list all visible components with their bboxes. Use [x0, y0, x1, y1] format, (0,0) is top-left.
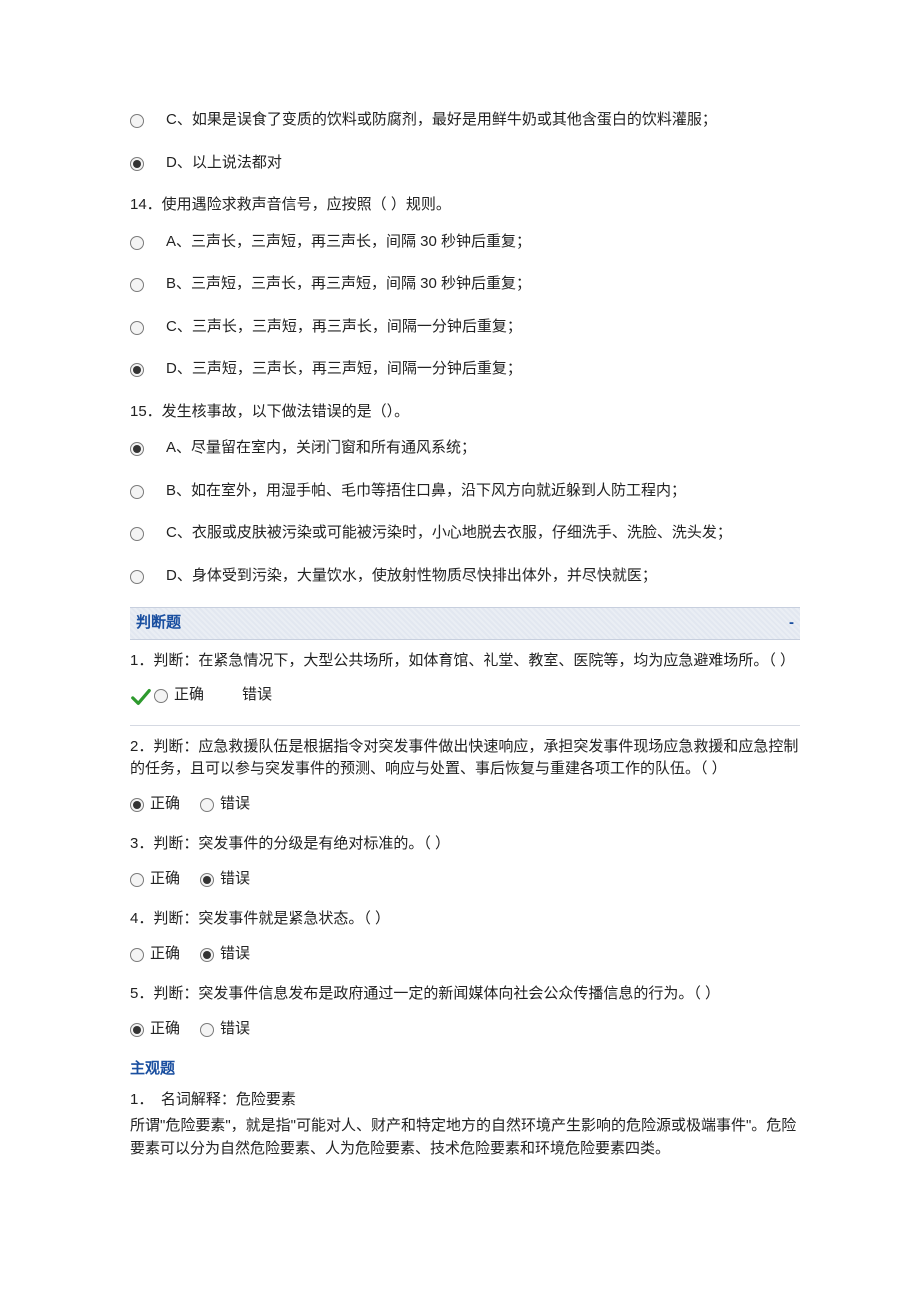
q14-stem: 14．使用遇险求救声音信号，应按照（ ）规则。 [130, 194, 800, 217]
false-label: 错误 [220, 943, 250, 966]
true-label: 正确 [150, 793, 180, 816]
option-text: A、尽量留在室内，关闭门窗和所有通风系统； [166, 437, 476, 460]
q13-option-d[interactable]: D、以上说法都对 [130, 152, 800, 175]
option-text: D、以上说法都对 [166, 152, 282, 175]
subjective-section-title: 主观题 [130, 1058, 800, 1081]
option-text: D、身体受到污染，大量饮水，使放射性物质尽快排出体外，并尽快就医； [166, 565, 657, 588]
radio-icon[interactable] [130, 948, 144, 962]
collapse-icon[interactable]: - [789, 612, 794, 635]
j5-stem: 5．判断：突发事件信息发布是政府通过一定的新闻媒体向社会公众传播信息的行为。（ … [130, 983, 800, 1006]
j2-stem: 2．判断：应急救援队伍是根据指令对突发事件做出快速响应，承担突发事件现场应急救援… [130, 736, 800, 781]
radio-icon[interactable] [130, 485, 144, 499]
radio-icon-selected[interactable] [130, 1023, 144, 1037]
radio-icon[interactable] [130, 570, 144, 584]
radio-icon[interactable] [200, 798, 214, 812]
judge-section-header: 判断题 - [130, 607, 800, 640]
radio-icon-selected[interactable] [130, 442, 144, 456]
option-text: C、如果是误食了变质的饮料或防腐剂，最好是用鲜牛奶或其他含蛋白的饮料灌服； [166, 109, 717, 132]
q15-option-d[interactable]: D、身体受到污染，大量饮水，使放射性物质尽快排出体外，并尽快就医； [130, 565, 800, 588]
q15-option-a[interactable]: A、尽量留在室内，关闭门窗和所有通风系统； [130, 437, 800, 460]
false-label: 错误 [220, 1018, 250, 1041]
q13-option-c[interactable]: C、如果是误食了变质的饮料或防腐剂，最好是用鲜牛奶或其他含蛋白的饮料灌服； [130, 109, 800, 132]
check-icon [130, 686, 152, 708]
radio-icon[interactable] [200, 1023, 214, 1037]
j5-answer-row: 正确 错误 [130, 1018, 800, 1041]
radio-icon[interactable] [130, 236, 144, 250]
option-text: D、三声短，三声长，再三声短，间隔一分钟后重复； [166, 358, 522, 381]
false-label: 错误 [220, 868, 250, 891]
j1-answer-row: 正确 错误 [130, 684, 800, 707]
radio-icon-selected[interactable] [200, 873, 214, 887]
q15-stem: 15．发生核事故，以下做法错误的是（）。 [130, 401, 800, 424]
j1-stem: 1．判断：在紧急情况下，大型公共场所，如体育馆、礼堂、教室、医院等，均为应急避难… [130, 650, 800, 673]
j3-stem: 3．判断：突发事件的分级是有绝对标准的。（ ） [130, 833, 800, 856]
j2-answer-row: 正确 错误 [130, 793, 800, 816]
option-text: B、如在室外，用湿手帕、毛巾等捂住口鼻，沿下风方向就近躲到人防工程内； [166, 480, 686, 503]
divider [130, 725, 800, 726]
true-label: 正确 [150, 1018, 180, 1041]
subj1-body: 所谓"危险要素"，就是指"可能对人、财产和特定地方的自然环境产生影响的危险源或极… [130, 1115, 800, 1160]
radio-icon[interactable] [154, 689, 168, 703]
radio-icon-selected[interactable] [130, 157, 144, 171]
q15-option-c[interactable]: C、衣服或皮肤被污染或可能被污染时，小心地脱去衣服，仔细洗手、洗脸、洗头发； [130, 522, 800, 545]
radio-icon-selected[interactable] [200, 948, 214, 962]
radio-icon[interactable] [130, 321, 144, 335]
judge-section-title: 判断题 [136, 612, 181, 635]
j4-answer-row: 正确 错误 [130, 943, 800, 966]
j3-answer-row: 正确 错误 [130, 868, 800, 891]
q15-option-b[interactable]: B、如在室外，用湿手帕、毛巾等捂住口鼻，沿下风方向就近躲到人防工程内； [130, 480, 800, 503]
j4-stem: 4．判断：突发事件就是紧急状态。（ ） [130, 908, 800, 931]
radio-icon[interactable] [130, 527, 144, 541]
radio-icon[interactable] [130, 114, 144, 128]
false-label: 错误 [242, 684, 272, 707]
radio-icon-selected[interactable] [130, 798, 144, 812]
q14-option-a[interactable]: A、三声长，三声短，再三声长，间隔 30 秒钟后重复； [130, 231, 800, 254]
option-text: C、三声长，三声短，再三声长，间隔一分钟后重复； [166, 316, 522, 339]
radio-icon-selected[interactable] [130, 363, 144, 377]
page: C、如果是误食了变质的饮料或防腐剂，最好是用鲜牛奶或其他含蛋白的饮料灌服； D、… [0, 0, 920, 1224]
radio-icon[interactable] [130, 278, 144, 292]
false-label: 错误 [220, 793, 250, 816]
q14-option-b[interactable]: B、三声短，三声长，再三声短，间隔 30 秒钟后重复； [130, 273, 800, 296]
q14-option-d[interactable]: D、三声短，三声长，再三声短，间隔一分钟后重复； [130, 358, 800, 381]
true-label: 正确 [150, 868, 180, 891]
option-text: A、三声长，三声短，再三声长，间隔 30 秒钟后重复； [166, 231, 531, 254]
subj1-stem: 1． 名词解释：危险要素 [130, 1089, 800, 1112]
true-label: 正确 [150, 943, 180, 966]
option-text: C、衣服或皮肤被污染或可能被污染时，小心地脱去衣服，仔细洗手、洗脸、洗头发； [166, 522, 732, 545]
true-label: 正确 [174, 684, 204, 707]
q14-option-c[interactable]: C、三声长，三声短，再三声长，间隔一分钟后重复； [130, 316, 800, 339]
radio-icon[interactable] [130, 873, 144, 887]
option-text: B、三声短，三声长，再三声短，间隔 30 秒钟后重复； [166, 273, 531, 296]
